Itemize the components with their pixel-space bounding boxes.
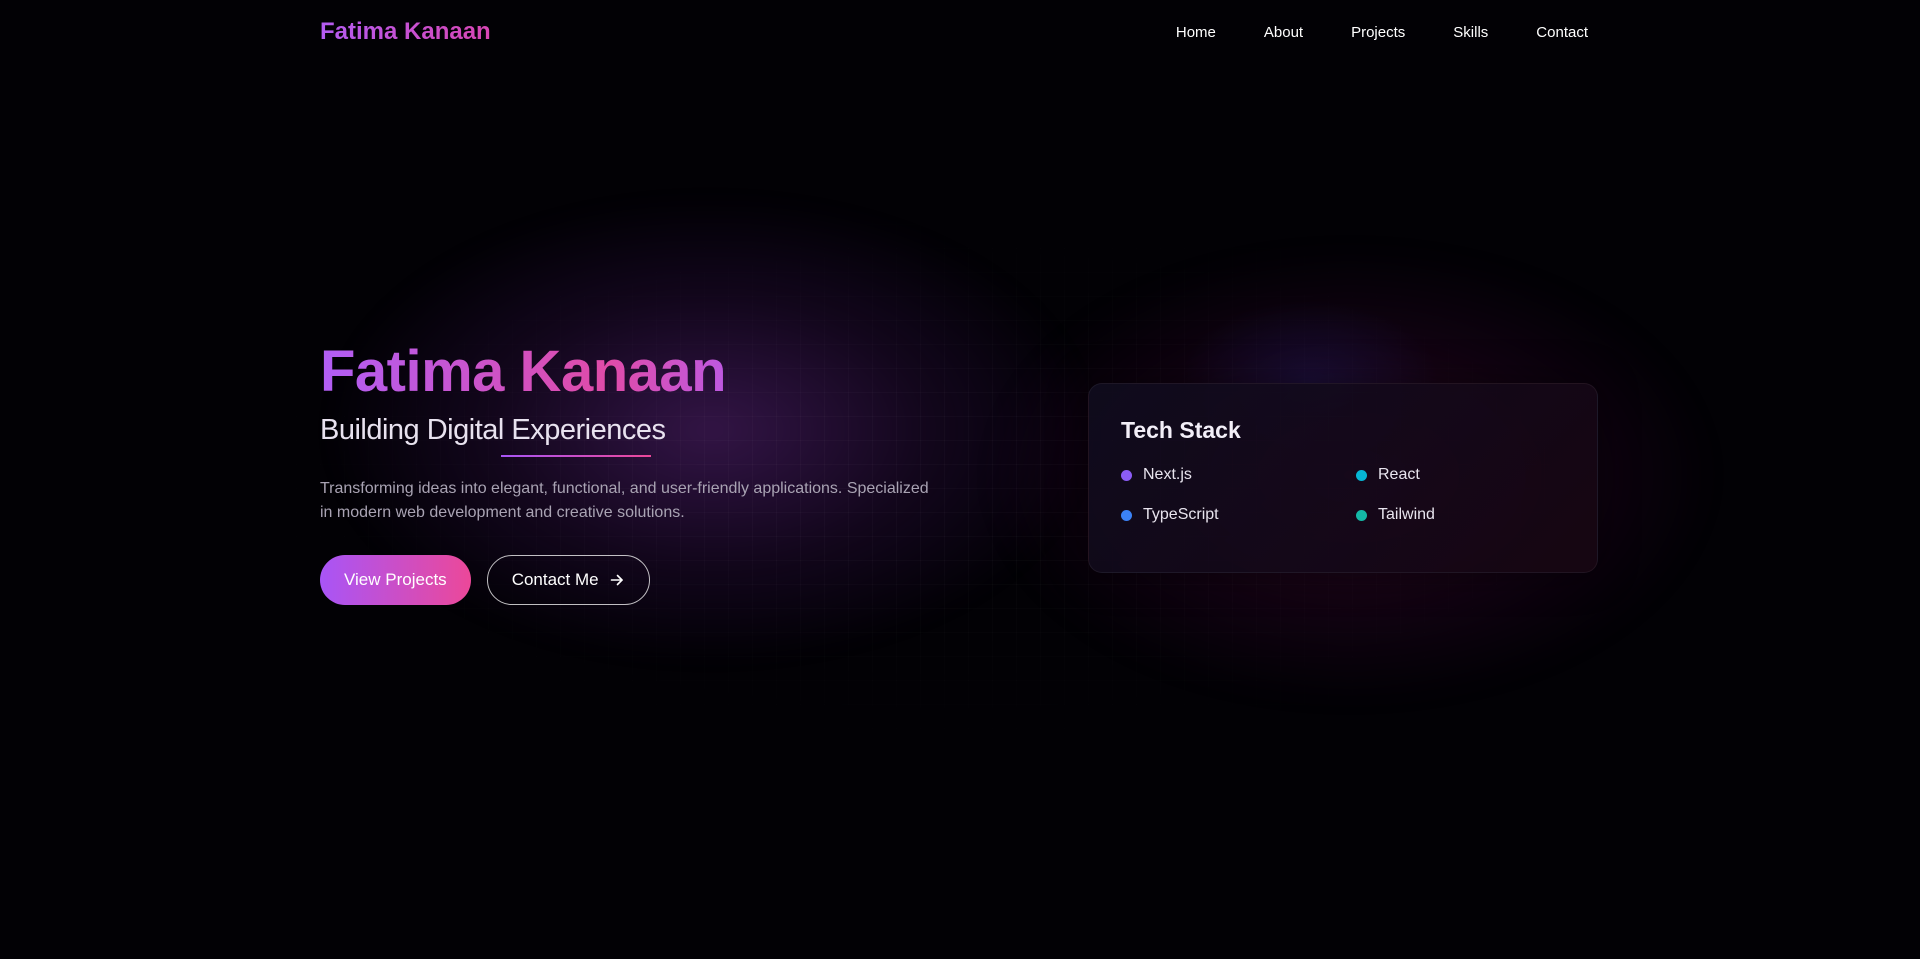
tech-item-tailwind: Tailwind (1356, 506, 1591, 524)
contact-me-label: Contact Me (511, 570, 599, 589)
subtitle-underline (501, 455, 651, 457)
tech-item-typescript: TypeScript (1121, 506, 1356, 524)
nav-skills[interactable]: Skills (1453, 24, 1488, 41)
site-logo[interactable]: Fatima Kanaan (320, 18, 491, 46)
hero-subtitle: Building Digital Experiences (320, 414, 666, 457)
arrow-right-icon (609, 572, 625, 588)
view-projects-label: View Projects (344, 570, 447, 589)
tech-dot-icon (1356, 469, 1367, 481)
tech-stack-list: Next.js React TypeScript Tailwind (1121, 466, 1565, 524)
nav-home[interactable]: Home (1176, 24, 1216, 41)
contact-me-button[interactable]: Contact Me (486, 555, 650, 605)
tech-dot-icon (1121, 509, 1132, 521)
nav-projects[interactable]: Projects (1351, 24, 1405, 41)
tech-item-label: Next.js (1143, 466, 1192, 483)
tech-item-nextjs: Next.js (1121, 466, 1356, 484)
tech-item-react: React (1356, 466, 1591, 484)
tech-dot-icon (1356, 509, 1367, 521)
tech-stack-title: Tech Stack (1121, 417, 1241, 443)
site-header: Fatima Kanaan Home About Projects Skills… (320, 0, 1588, 64)
tech-item-label: TypeScript (1143, 506, 1219, 523)
hero-title: Fatima Kanaan (320, 336, 960, 408)
tech-dot-icon (1121, 469, 1132, 481)
nav-about[interactable]: About (1264, 24, 1303, 41)
background (0, 0, 1920, 959)
page: Fatima Kanaan Home About Projects Skills… (0, 0, 1920, 959)
hero-description: Transforming ideas into elegant, functio… (320, 480, 929, 521)
tech-stack-card: Tech Stack Next.js React TypeScript Tail… (1088, 383, 1598, 573)
tech-item-label: Tailwind (1378, 506, 1435, 523)
hero-section: Fatima Kanaan Building Digital Experienc… (320, 336, 960, 605)
view-projects-button[interactable]: View Projects (320, 555, 471, 605)
tech-item-label: React (1378, 466, 1420, 483)
hero-buttons: View Projects Contact Me (320, 555, 960, 605)
nav-contact[interactable]: Contact (1536, 24, 1588, 41)
hero-subtitle-text: Building Digital Experiences (320, 414, 666, 446)
main-nav: Home About Projects Skills Contact (1176, 24, 1588, 41)
